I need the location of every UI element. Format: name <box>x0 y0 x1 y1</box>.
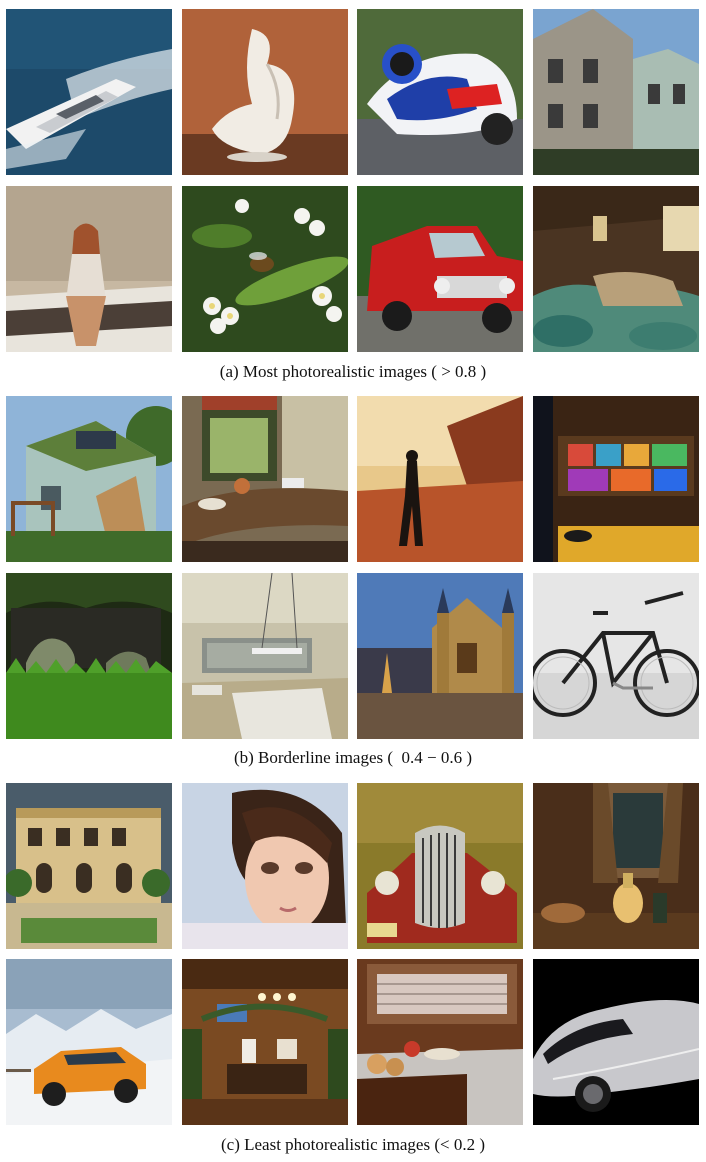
suv-in-snow-render <box>6 959 172 1125</box>
silver-concept-car-render <box>533 959 699 1125</box>
wooden-room-render <box>182 959 348 1125</box>
red-pickup-truck-photo <box>357 186 523 352</box>
shop-display-image <box>533 396 699 562</box>
yacht-photo <box>6 9 172 175</box>
bee-on-flowers-photo <box>182 186 348 352</box>
woman-on-bed-photo <box>6 186 172 352</box>
still-life-lamp-render <box>533 783 699 949</box>
section-a-caption: (a) Most photorealistic images ( > 0.8 ) <box>219 362 487 381</box>
vintage-car-grille-render <box>357 783 523 949</box>
section-c-caption: (c) Least photorealistic images (< 0.2 ) <box>220 1135 486 1154</box>
motorcycle-racer-photo <box>357 9 523 175</box>
office-interior-render <box>182 573 348 739</box>
woman-on-path-image <box>357 396 523 562</box>
eco-house-render <box>6 396 172 562</box>
villa-pool-render <box>6 783 172 949</box>
jungle-rocks-render <box>6 573 172 739</box>
bicycle-image <box>533 573 699 739</box>
ceramic-sculpture-photo <box>182 9 348 175</box>
interior-window-render <box>182 396 348 562</box>
barn-fishing-nets-photo <box>533 186 699 352</box>
section-b-caption: (b) Borderline images ( 0.4 − 0.6 ) <box>233 748 473 767</box>
gothic-building-image <box>357 573 523 739</box>
house-photo <box>533 9 699 175</box>
cg-girl-portrait <box>182 783 348 949</box>
kitchen-counter-render <box>357 959 523 1125</box>
